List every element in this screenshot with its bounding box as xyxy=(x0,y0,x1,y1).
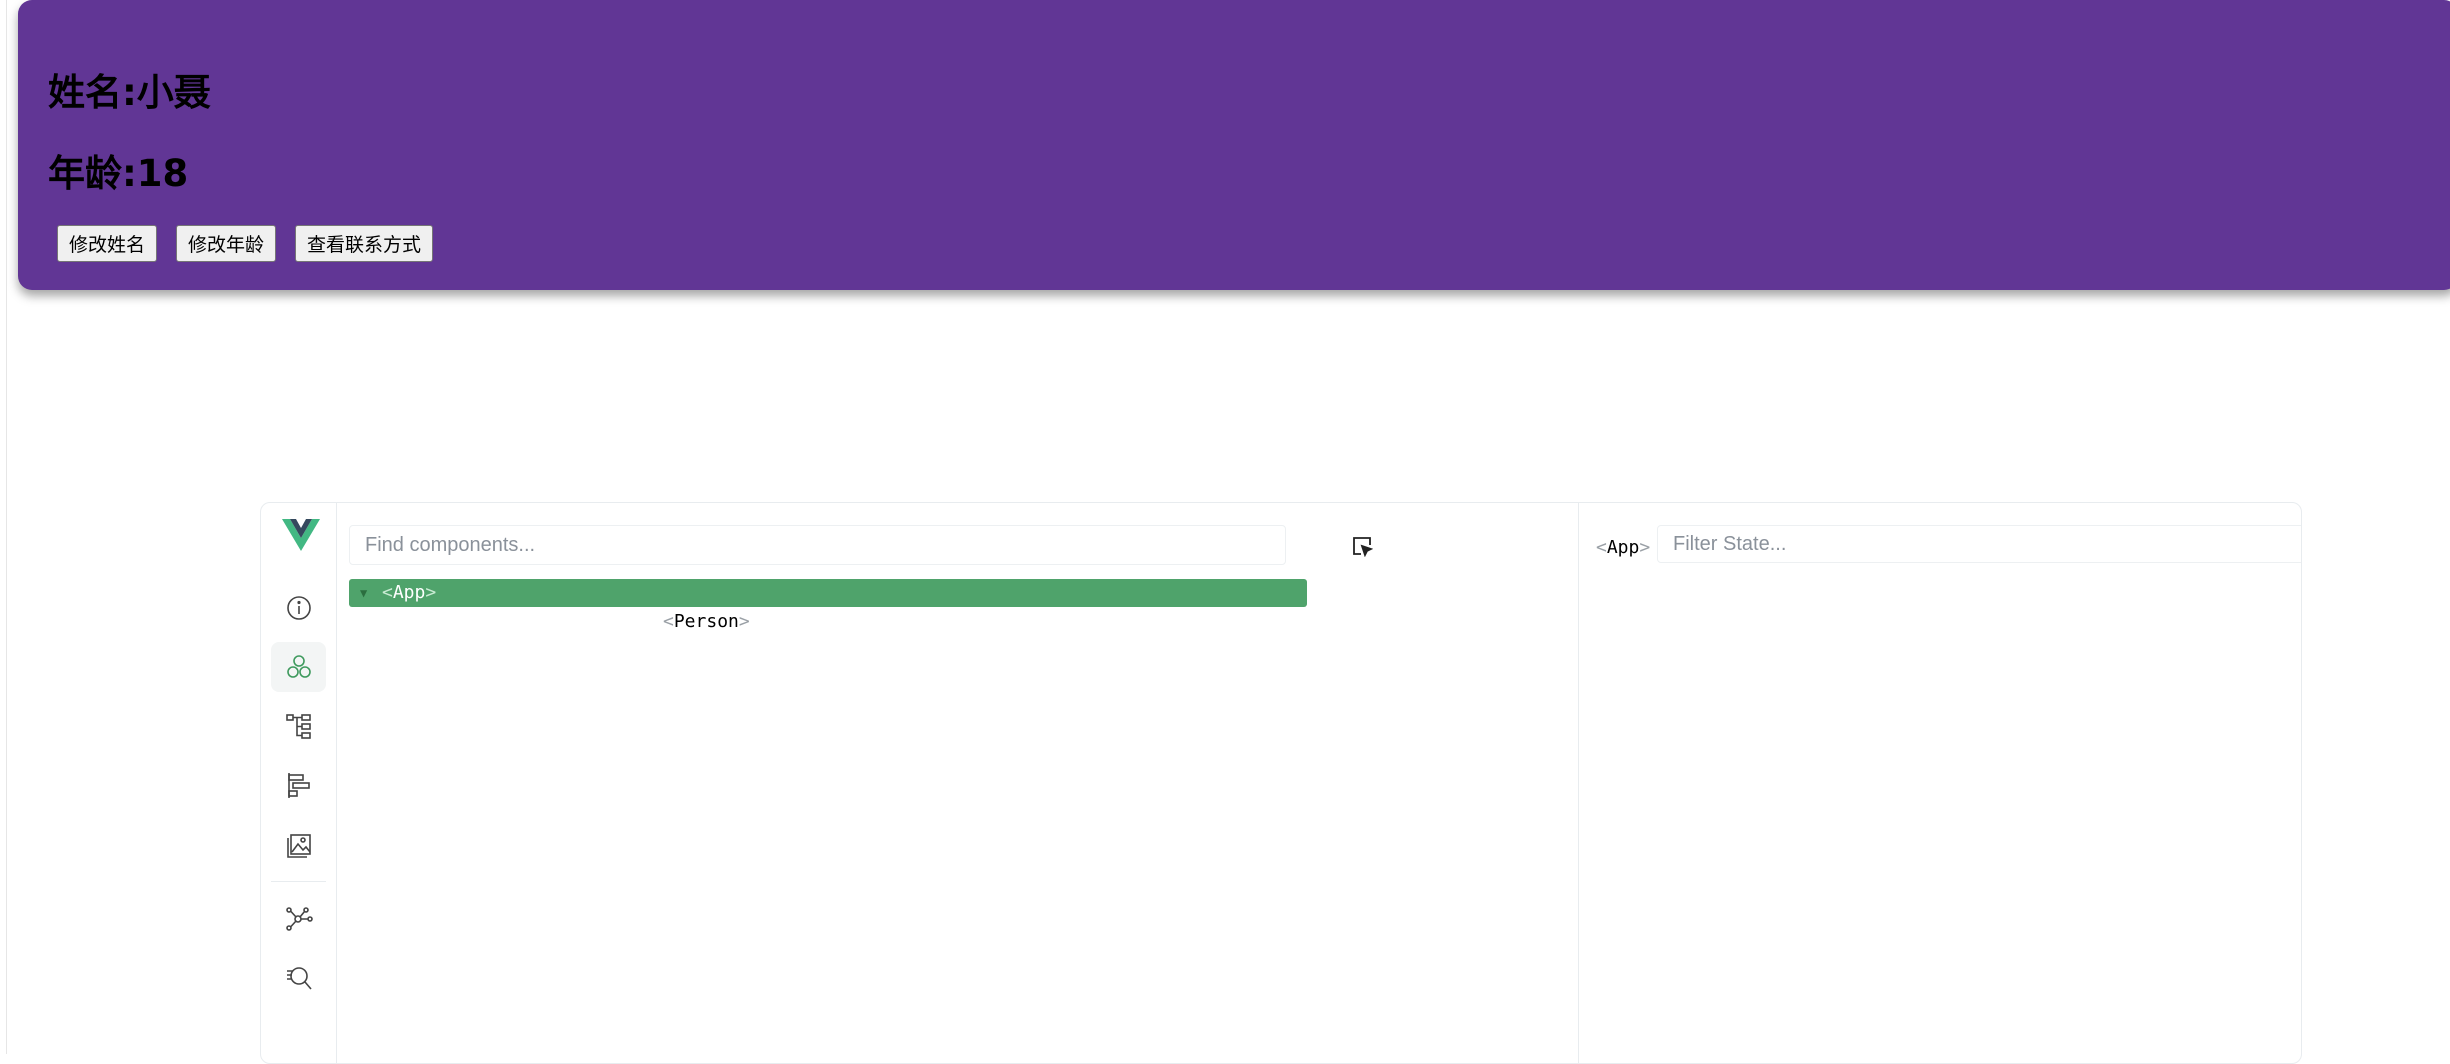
change-age-button[interactable]: 修改年龄 xyxy=(176,225,277,262)
person-name-heading: 姓名:小聂 xyxy=(48,71,211,114)
state-inspector-pane: <App> xyxy=(1579,503,2301,1063)
tree-node-label: App xyxy=(392,582,426,603)
tag-bracket: < xyxy=(382,582,393,603)
tree-node-label: Person xyxy=(673,611,739,632)
timeline-icon[interactable] xyxy=(271,760,326,810)
view-contact-button[interactable]: 查看联系方式 xyxy=(295,225,434,262)
devtools-sidebar xyxy=(261,503,337,1063)
selected-component-tag: <App> xyxy=(1596,537,1650,558)
vue-devtools-panel: ▼ <App> <Person> <App> xyxy=(260,502,2302,1064)
vue-logo-icon xyxy=(282,519,320,551)
person-card: 姓名:小聂 年龄:18 修改姓名 修改年龄 查看联系方式 xyxy=(18,0,2450,290)
component-tree-pane: ▼ <App> <Person> xyxy=(337,503,1579,1063)
selected-component-name: App xyxy=(1606,537,1640,558)
tree-node-person[interactable]: <Person> xyxy=(663,608,750,636)
graph-icon[interactable] xyxy=(271,894,326,944)
assets-icon[interactable] xyxy=(271,819,326,869)
page-left-border xyxy=(6,0,7,1054)
change-name-button[interactable]: 修改姓名 xyxy=(57,225,158,262)
tag-bracket: > xyxy=(425,582,437,603)
find-components-input[interactable] xyxy=(349,525,1286,565)
info-icon[interactable] xyxy=(271,583,326,633)
tag-bracket: < xyxy=(1596,537,1607,558)
component-tree-icon[interactable] xyxy=(271,701,326,751)
sidebar-divider xyxy=(271,881,326,882)
filter-state-input[interactable] xyxy=(1657,525,2301,563)
tag-bracket: > xyxy=(1639,537,1651,558)
expand-arrow-icon[interactable]: ▼ xyxy=(360,579,367,607)
search-inspect-icon[interactable] xyxy=(271,953,326,1003)
tree-node-app[interactable]: ▼ <App> xyxy=(349,579,1307,607)
select-component-in-page-icon[interactable] xyxy=(1351,535,1373,557)
tag-bracket: > xyxy=(738,611,750,632)
person-age-heading: 年龄:18 xyxy=(48,152,189,195)
person-action-buttons: 修改姓名 修改年龄 查看联系方式 xyxy=(57,225,434,262)
tag-bracket: < xyxy=(663,611,674,632)
components-icon[interactable] xyxy=(271,642,326,692)
